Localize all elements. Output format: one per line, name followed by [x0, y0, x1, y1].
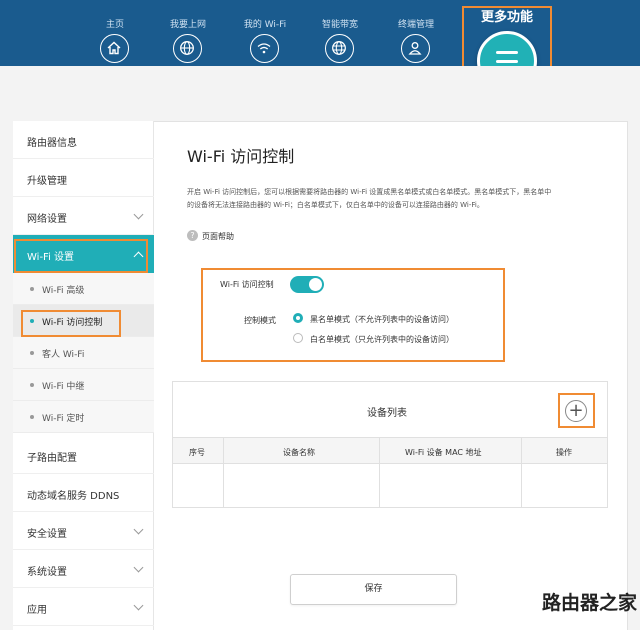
sidebar-sub-guest-wifi[interactable]: 客人 Wi-Fi: [13, 337, 154, 369]
chevron-down-icon: [133, 600, 144, 611]
highlight-box-controls: [201, 268, 505, 362]
sidebar-item-apps[interactable]: 应用: [13, 588, 154, 626]
sidebar: 路由器信息 升级管理 网络设置 Wi-Fi 设置 Wi-Fi 高级 Wi-Fi …: [13, 121, 154, 630]
chevron-down-icon: [133, 562, 144, 573]
watermark-logo: 路由器之家: [542, 592, 638, 614]
description-line: 的设备将无法连接路由器的 Wi-Fi；白名单模式下，仅白名单中的设备可以连接路由…: [187, 201, 484, 209]
user-icon: [401, 34, 430, 63]
highlight-box-access-control: [21, 310, 121, 337]
column-divider: [521, 437, 522, 507]
nav-label: 我的 Wi-Fi: [243, 20, 287, 30]
help-link-label: 页面帮助: [202, 232, 234, 241]
page-description: 开启 Wi-Fi 访问控制后，您可以根据需要将路由器的 Wi-Fi 设置成黑名单…: [187, 186, 597, 212]
description-line: 开启 Wi-Fi 访问控制后，您可以根据需要将路由器的 Wi-Fi 设置成黑名单…: [187, 188, 552, 196]
column-header: 设备名称: [283, 448, 315, 457]
nav-item-devices[interactable]: 终端管理: [385, 0, 447, 66]
sidebar-sub-wifi-advanced[interactable]: Wi-Fi 高级: [13, 273, 154, 305]
sidebar-item-label: 路由器信息: [27, 138, 77, 149]
sidebar-sub-label: Wi-Fi 定时: [42, 414, 85, 424]
question-icon: ?: [187, 230, 198, 241]
sidebar-item-router-info[interactable]: 路由器信息: [13, 121, 154, 159]
column-header: 操作: [556, 448, 572, 457]
sidebar-item-upgrade[interactable]: 升级管理: [13, 159, 154, 197]
nav-label: 终端管理: [397, 20, 434, 30]
sidebar-item-network[interactable]: 网络设置: [13, 197, 154, 235]
sidebar-sub-label: Wi-Fi 高级: [42, 286, 85, 296]
nav-label: 智能带宽: [321, 20, 358, 30]
sidebar-sub-label: 客人 Wi-Fi: [42, 350, 85, 360]
wifi-icon: [250, 34, 279, 63]
bullet-icon: [30, 415, 34, 419]
nav-item-bandwidth[interactable]: 智能带宽: [309, 0, 371, 66]
sidebar-item-label: 子路由配置: [27, 453, 77, 464]
nav-label: 我要上网: [169, 20, 206, 30]
column-header: Wi-Fi 设备 MAC 地址: [405, 448, 482, 457]
sidebar-item-label: 动态域名服务 DDNS: [27, 491, 120, 502]
bullet-icon: [30, 383, 34, 387]
highlight-box-wifi-settings: [14, 239, 148, 273]
nav-label: 主页: [105, 20, 124, 30]
sidebar-sub-label: Wi-Fi 中继: [42, 382, 85, 392]
page-title: Wi-Fi 访问控制: [187, 147, 295, 166]
device-list-title: 设备列表: [367, 408, 407, 419]
sidebar-item-security[interactable]: 安全设置: [13, 512, 154, 550]
column-divider: [223, 437, 224, 507]
sidebar-item-label: 安全设置: [27, 529, 67, 540]
column-divider: [379, 437, 380, 507]
column-header: 序号: [189, 448, 205, 457]
bullet-icon: [30, 287, 34, 291]
sidebar-sub-wifi-repeater[interactable]: Wi-Fi 中继: [13, 369, 154, 401]
save-button[interactable]: 保存: [290, 574, 457, 605]
sidebar-item-sub-router[interactable]: 子路由配置: [13, 436, 154, 474]
sidebar-item-label: 升级管理: [27, 176, 67, 187]
sidebar-item-system[interactable]: 系统设置: [13, 550, 154, 588]
home-icon: [100, 34, 129, 63]
bullet-icon: [30, 351, 34, 355]
sidebar-item-label: 应用: [27, 605, 47, 616]
device-table-header: 序号 设备名称 Wi-Fi 设备 MAC 地址 操作: [173, 437, 607, 464]
chevron-down-icon: [133, 524, 144, 535]
highlight-box-add: [558, 393, 595, 428]
sidebar-item-label: 系统设置: [27, 567, 67, 578]
globe-icon: [173, 34, 202, 63]
chevron-down-icon: [133, 209, 144, 220]
sidebar-item-label: 网络设置: [27, 214, 67, 225]
sidebar-sub-wifi-timer[interactable]: Wi-Fi 定时: [13, 401, 154, 433]
nav-item-home[interactable]: 主页: [84, 0, 146, 66]
bandwidth-globe-icon: [325, 34, 354, 63]
nav-item-my-wifi[interactable]: 我的 Wi-Fi: [234, 0, 296, 66]
nav-item-internet[interactable]: 我要上网: [157, 0, 219, 66]
sidebar-item-ddns[interactable]: 动态域名服务 DDNS: [13, 474, 154, 512]
